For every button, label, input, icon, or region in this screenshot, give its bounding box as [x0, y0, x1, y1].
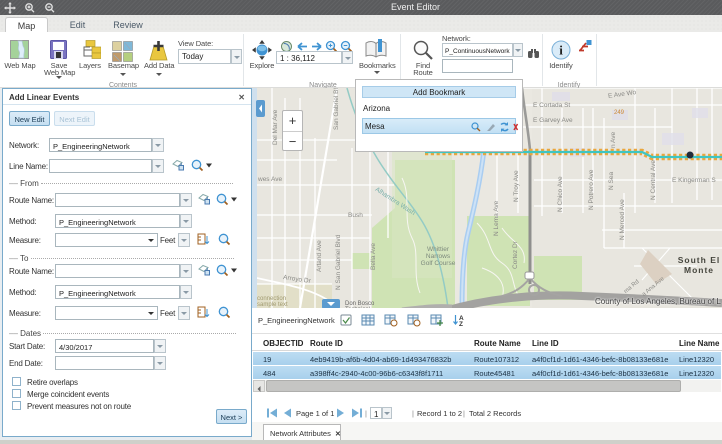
- svg-text:Z: Z: [459, 321, 463, 327]
- svg-text:i: i: [559, 43, 563, 58]
